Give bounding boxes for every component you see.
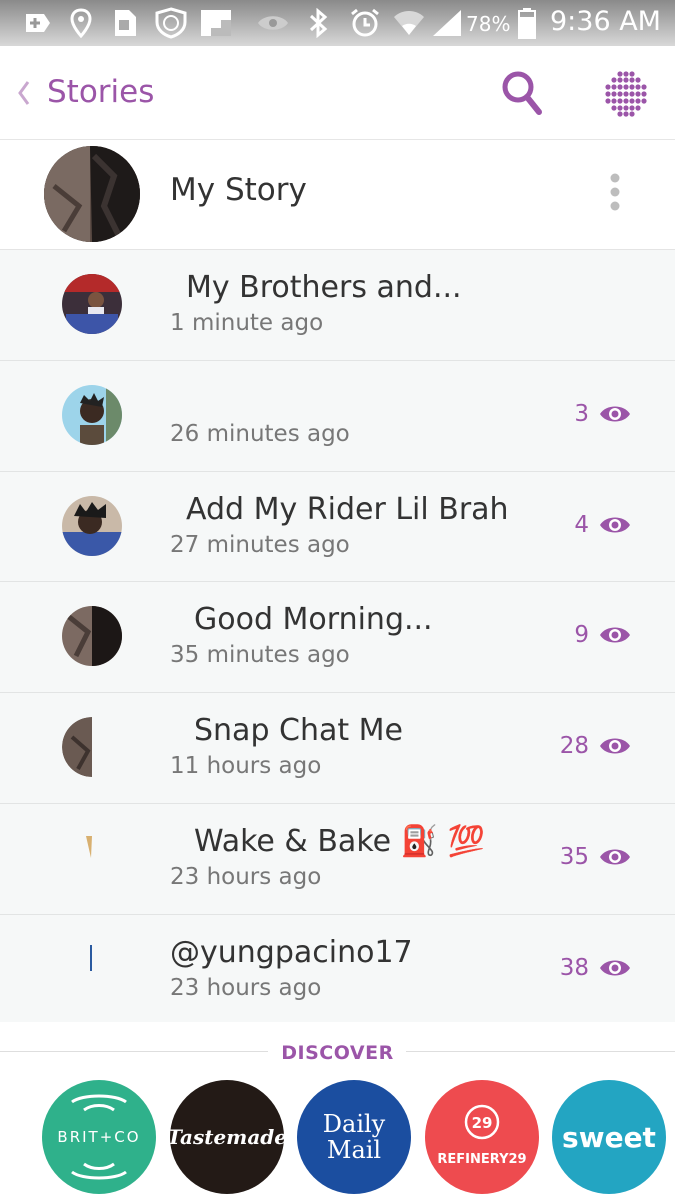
story-avatar[interactable] — [62, 606, 122, 667]
shield-icon — [154, 7, 188, 39]
sim-icon — [112, 8, 140, 38]
channel-name: Tastemade — [170, 1125, 284, 1149]
views-eye-icon — [599, 846, 631, 868]
story-row[interactable]: 26 minutes ago 3 — [0, 360, 675, 472]
story-time: 11 hours ago — [170, 753, 322, 780]
views-eye-icon — [599, 624, 631, 646]
view-count: 3 — [574, 400, 589, 427]
search-icon[interactable] — [500, 68, 544, 118]
story-row[interactable]: Wake & Bake ⛽ 💯 23 hours ago 35 — [0, 803, 675, 915]
story-avatar[interactable] — [62, 827, 122, 888]
story-avatar[interactable] — [62, 717, 122, 778]
back-button-stories[interactable]: Stories — [47, 74, 154, 110]
story-time: 23 hours ago — [170, 974, 322, 1001]
channel-name: BRIT+CO — [57, 1128, 141, 1146]
story-avatar[interactable] — [62, 274, 122, 334]
story-title: Wake & Bake ⛽ 💯 — [194, 823, 485, 859]
channel-sweet[interactable]: sweet — [552, 1080, 666, 1194]
story-time: 27 minutes ago — [170, 531, 350, 558]
eye-icon — [256, 8, 290, 38]
wifi-icon — [392, 8, 426, 38]
bluetooth-icon — [306, 8, 330, 38]
my-story-label: My Story — [170, 172, 307, 208]
my-story-row[interactable]: My Story — [0, 140, 675, 250]
story-avatar[interactable] — [62, 384, 122, 445]
story-avatar[interactable] — [62, 938, 122, 999]
story-row[interactable]: @yungpacino17 23 hours ago 38 — [0, 914, 675, 1026]
add-icon — [22, 8, 52, 38]
story-title: Snap Chat Me — [194, 713, 404, 749]
story-row[interactable]: My Brothers and... 1 minute ago — [0, 250, 675, 361]
clock: 9:36 AM — [550, 6, 661, 37]
story-avatar[interactable] — [62, 495, 122, 556]
channel-name: Daily Mail — [322, 1110, 386, 1164]
story-title: Add My Rider Lil Brah — [186, 491, 509, 527]
signal-icon — [430, 8, 464, 38]
channel-refinery29[interactable]: 29 REFINERY29 — [425, 1080, 539, 1194]
view-count: 28 — [559, 733, 589, 760]
my-story-avatar[interactable] — [44, 146, 140, 242]
view-count: 9 — [574, 622, 589, 649]
view-count: 38 — [559, 954, 589, 981]
views-eye-icon — [599, 403, 631, 425]
battery-percent: 78% — [466, 12, 511, 36]
story-time: 23 hours ago — [170, 863, 322, 890]
channel-brit-co[interactable]: BRIT+CO — [42, 1080, 156, 1194]
more-options-icon[interactable] — [598, 170, 632, 214]
story-title: @yungpacino17 — [170, 934, 413, 970]
stories-header: Stories — [0, 46, 675, 140]
battery-icon — [516, 8, 538, 39]
channel-name: sweet — [562, 1120, 656, 1154]
story-time: 1 minute ago — [170, 310, 324, 336]
story-title: Good Morning... — [194, 602, 433, 638]
views-eye-icon — [599, 735, 631, 757]
story-time: 26 minutes ago — [170, 420, 350, 447]
view-count: 4 — [574, 511, 589, 538]
svg-text:29: 29 — [472, 1114, 493, 1132]
view-count: 35 — [559, 843, 589, 870]
discover-section: DISCOVER BRIT+CO Tastemade Daily Mail 29… — [0, 1022, 675, 1200]
channel-name: REFINERY29 — [437, 1151, 527, 1167]
status-bar: 78% 9:36 AM — [0, 0, 675, 46]
story-row[interactable]: Add My Rider Lil Brah 27 minutes ago 4 — [0, 471, 675, 583]
discover-dots-icon[interactable] — [600, 68, 652, 120]
channel-tastemade[interactable]: Tastemade — [170, 1080, 284, 1194]
discover-label: DISCOVER — [281, 1042, 394, 1064]
channel-daily-mail[interactable]: Daily Mail — [297, 1080, 411, 1194]
story-time: 35 minutes ago — [170, 642, 350, 669]
alarm-icon — [348, 8, 382, 38]
story-row[interactable]: Snap Chat Me 11 hours ago 28 — [0, 693, 675, 804]
back-chevron-icon[interactable] — [14, 76, 34, 110]
story-row[interactable]: Good Morning... 35 minutes ago 9 — [0, 582, 675, 694]
story-title: My Brothers and... — [186, 270, 462, 305]
views-eye-icon — [599, 957, 631, 979]
location-icon — [68, 8, 94, 38]
flipboard-icon — [198, 8, 234, 38]
views-eye-icon — [599, 514, 631, 536]
story-list: My Brothers and... 1 minute ago 26 minut… — [0, 250, 675, 1026]
